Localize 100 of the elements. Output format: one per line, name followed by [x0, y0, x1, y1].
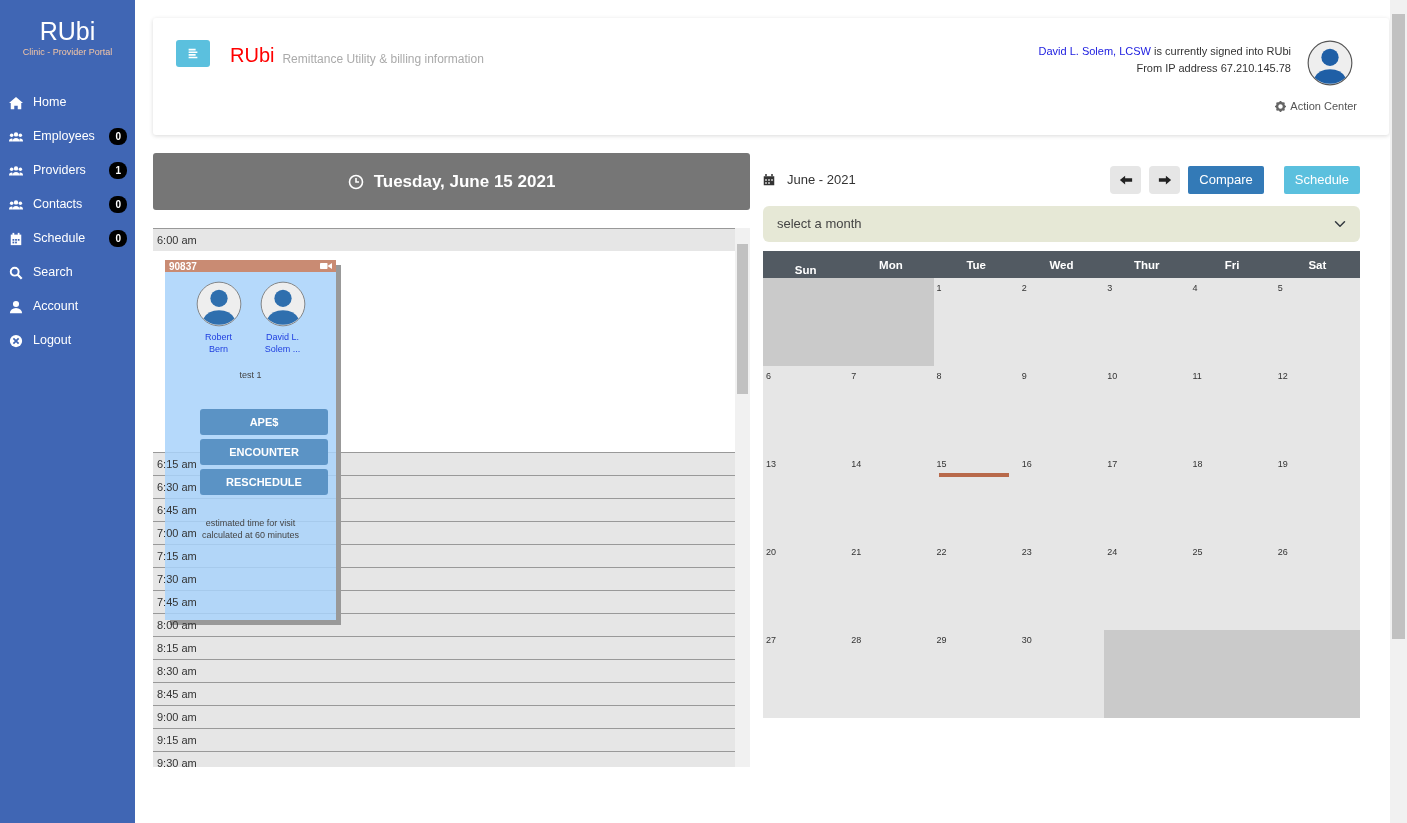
- calendar-day[interactable]: 26: [1274, 542, 1360, 630]
- time-label: 9:30 am: [157, 757, 197, 767]
- person-icon: [9, 299, 23, 314]
- ip-address-text: From IP address 67.210.145.78: [1135, 60, 1291, 76]
- weekday-header: Wed: [1018, 251, 1105, 278]
- gear-icon: [1275, 100, 1287, 112]
- calendar-day[interactable]: 9: [1018, 366, 1105, 454]
- calendar-day[interactable]: 28: [848, 630, 934, 718]
- compare-button[interactable]: Compare: [1188, 165, 1264, 194]
- calendar-day[interactable]: 2: [1018, 278, 1105, 366]
- calendar-day[interactable]: 19: [1274, 454, 1360, 542]
- participant-name[interactable]: Robert Bern: [195, 331, 242, 356]
- count-badge: 0: [109, 196, 127, 213]
- weekday-header: Fri: [1189, 251, 1275, 278]
- sidebar-item[interactable]: Providers 1: [0, 153, 135, 188]
- calendar-day[interactable]: 10: [1104, 366, 1190, 454]
- time-label: 6:15 am: [157, 458, 197, 470]
- calendar-day[interactable]: 29: [933, 630, 1019, 718]
- weekday-header: Sat: [1274, 251, 1360, 278]
- calendar-day[interactable]: 27: [763, 630, 849, 718]
- brand-logo: RUbi: [38, 16, 97, 46]
- time-label: 9:00 am: [157, 711, 197, 723]
- calendar-day[interactable]: 17: [1104, 454, 1190, 542]
- calendar-day[interactable]: 23: [1018, 542, 1105, 630]
- count-badge: 0: [109, 128, 127, 145]
- time-slot[interactable]: 9:30 am: [153, 751, 735, 767]
- home-icon: [9, 95, 23, 110]
- calendar-day[interactable]: 8: [933, 366, 1019, 454]
- sidebar-item[interactable]: Contacts 0: [0, 187, 135, 222]
- calendar-day[interactable]: 11: [1189, 366, 1275, 454]
- time-label: 8:15 am: [157, 642, 197, 654]
- app-subtitle: Remittance Utility & billing information: [282, 51, 484, 68]
- sidebar-item[interactable]: Schedule 0: [0, 221, 135, 256]
- menu-button[interactable]: [176, 40, 210, 67]
- time-slot[interactable]: 8:45 am: [153, 682, 735, 705]
- calendar-day[interactable]: 25: [1189, 542, 1275, 630]
- scrollbar[interactable]: [735, 228, 750, 767]
- app-title: RUbi: [230, 43, 275, 68]
- page-scrollbar[interactable]: [1390, 0, 1407, 823]
- time-label: 8:00 am: [157, 619, 197, 631]
- avatar-icon: [1307, 40, 1353, 86]
- calendar-day[interactable]: 18: [1189, 454, 1275, 542]
- action-center-link[interactable]: Action Center: [1275, 98, 1357, 115]
- previous-month-button[interactable]: [1110, 165, 1142, 194]
- brand-subtitle: Clinic - Provider Portal: [21, 46, 114, 59]
- user-link[interactable]: David L. Solem, LCSW: [1038, 45, 1151, 57]
- sidebar-item[interactable]: Logout: [0, 323, 135, 358]
- time-label: 7:15 am: [157, 550, 197, 562]
- time-slot[interactable]: 9:00 am: [153, 705, 735, 728]
- appointment-note: test 1: [238, 369, 263, 383]
- weekday-header: Thur: [1104, 251, 1190, 278]
- month-title: June - 2021: [787, 170, 856, 189]
- time-label: 6:45 am: [157, 504, 197, 516]
- weekday-header: Sun: [763, 251, 849, 278]
- sidebar-item[interactable]: Account: [0, 289, 135, 324]
- time-slot[interactable]: 8:30 am: [153, 659, 735, 682]
- participant-name[interactable]: David L. Solem ...: [259, 331, 306, 356]
- next-month-button[interactable]: [1149, 165, 1181, 194]
- calendar-day[interactable]: 5: [1274, 278, 1360, 366]
- calendar-day[interactable]: 13: [763, 454, 849, 542]
- calendar-day[interactable]: 30: [1018, 630, 1105, 718]
- menu-icon: [186, 46, 200, 61]
- appointment-code: 90837: [169, 259, 197, 274]
- time-label: 6:00 am: [157, 234, 197, 246]
- close-circle-icon: [9, 333, 23, 348]
- sidebar-item[interactable]: Home: [0, 85, 135, 120]
- time-label: 8:45 am: [157, 688, 197, 700]
- signed-in-text: David L. Solem, LCSW is currently signed into RUbi: [1038, 44, 1291, 59]
- time-label: 8:30 am: [157, 665, 197, 677]
- calendar-day[interactable]: 22: [933, 542, 1019, 630]
- users-icon: [9, 197, 23, 212]
- count-badge: 1: [109, 162, 127, 179]
- calendar-day[interactable]: 20: [763, 542, 849, 630]
- calendar-day[interactable]: 21: [848, 542, 934, 630]
- time-label: 6:30 am: [157, 481, 197, 493]
- clock-icon: [347, 173, 364, 190]
- users-icon: [9, 163, 23, 178]
- month-select[interactable]: select a month: [763, 206, 1360, 242]
- sidebar-item[interactable]: Search: [0, 255, 135, 290]
- calendar-icon: [763, 173, 775, 186]
- calendar-day[interactable]: 4: [1189, 278, 1275, 366]
- calendar-day[interactable]: 24: [1104, 542, 1190, 630]
- calendar-day[interactable]: 15: [933, 454, 1019, 542]
- time-slot[interactable]: 6:00 am: [153, 228, 735, 251]
- avatar-icon: [259, 281, 306, 327]
- avatar-icon: [195, 281, 242, 327]
- time-slot[interactable]: 9:15 am: [153, 728, 735, 751]
- users-icon: [9, 129, 23, 144]
- calendar-day[interactable]: 1: [933, 278, 1019, 366]
- calendar-day[interactable]: 16: [1018, 454, 1105, 542]
- calendar-day[interactable]: 7: [848, 366, 934, 454]
- date-title: Tuesday, June 15 2021: [373, 170, 556, 193]
- calendar-day[interactable]: 6: [763, 366, 849, 454]
- calendar-day[interactable]: 14: [848, 454, 934, 542]
- time-slot[interactable]: 8:15 am: [153, 636, 735, 659]
- sidebar-item[interactable]: Employees 0: [0, 119, 135, 154]
- calendar-day[interactable]: 12: [1274, 366, 1360, 454]
- calendar-day[interactable]: 3: [1104, 278, 1190, 366]
- search-icon: [9, 265, 23, 280]
- time-label: 7:30 am: [157, 573, 197, 585]
